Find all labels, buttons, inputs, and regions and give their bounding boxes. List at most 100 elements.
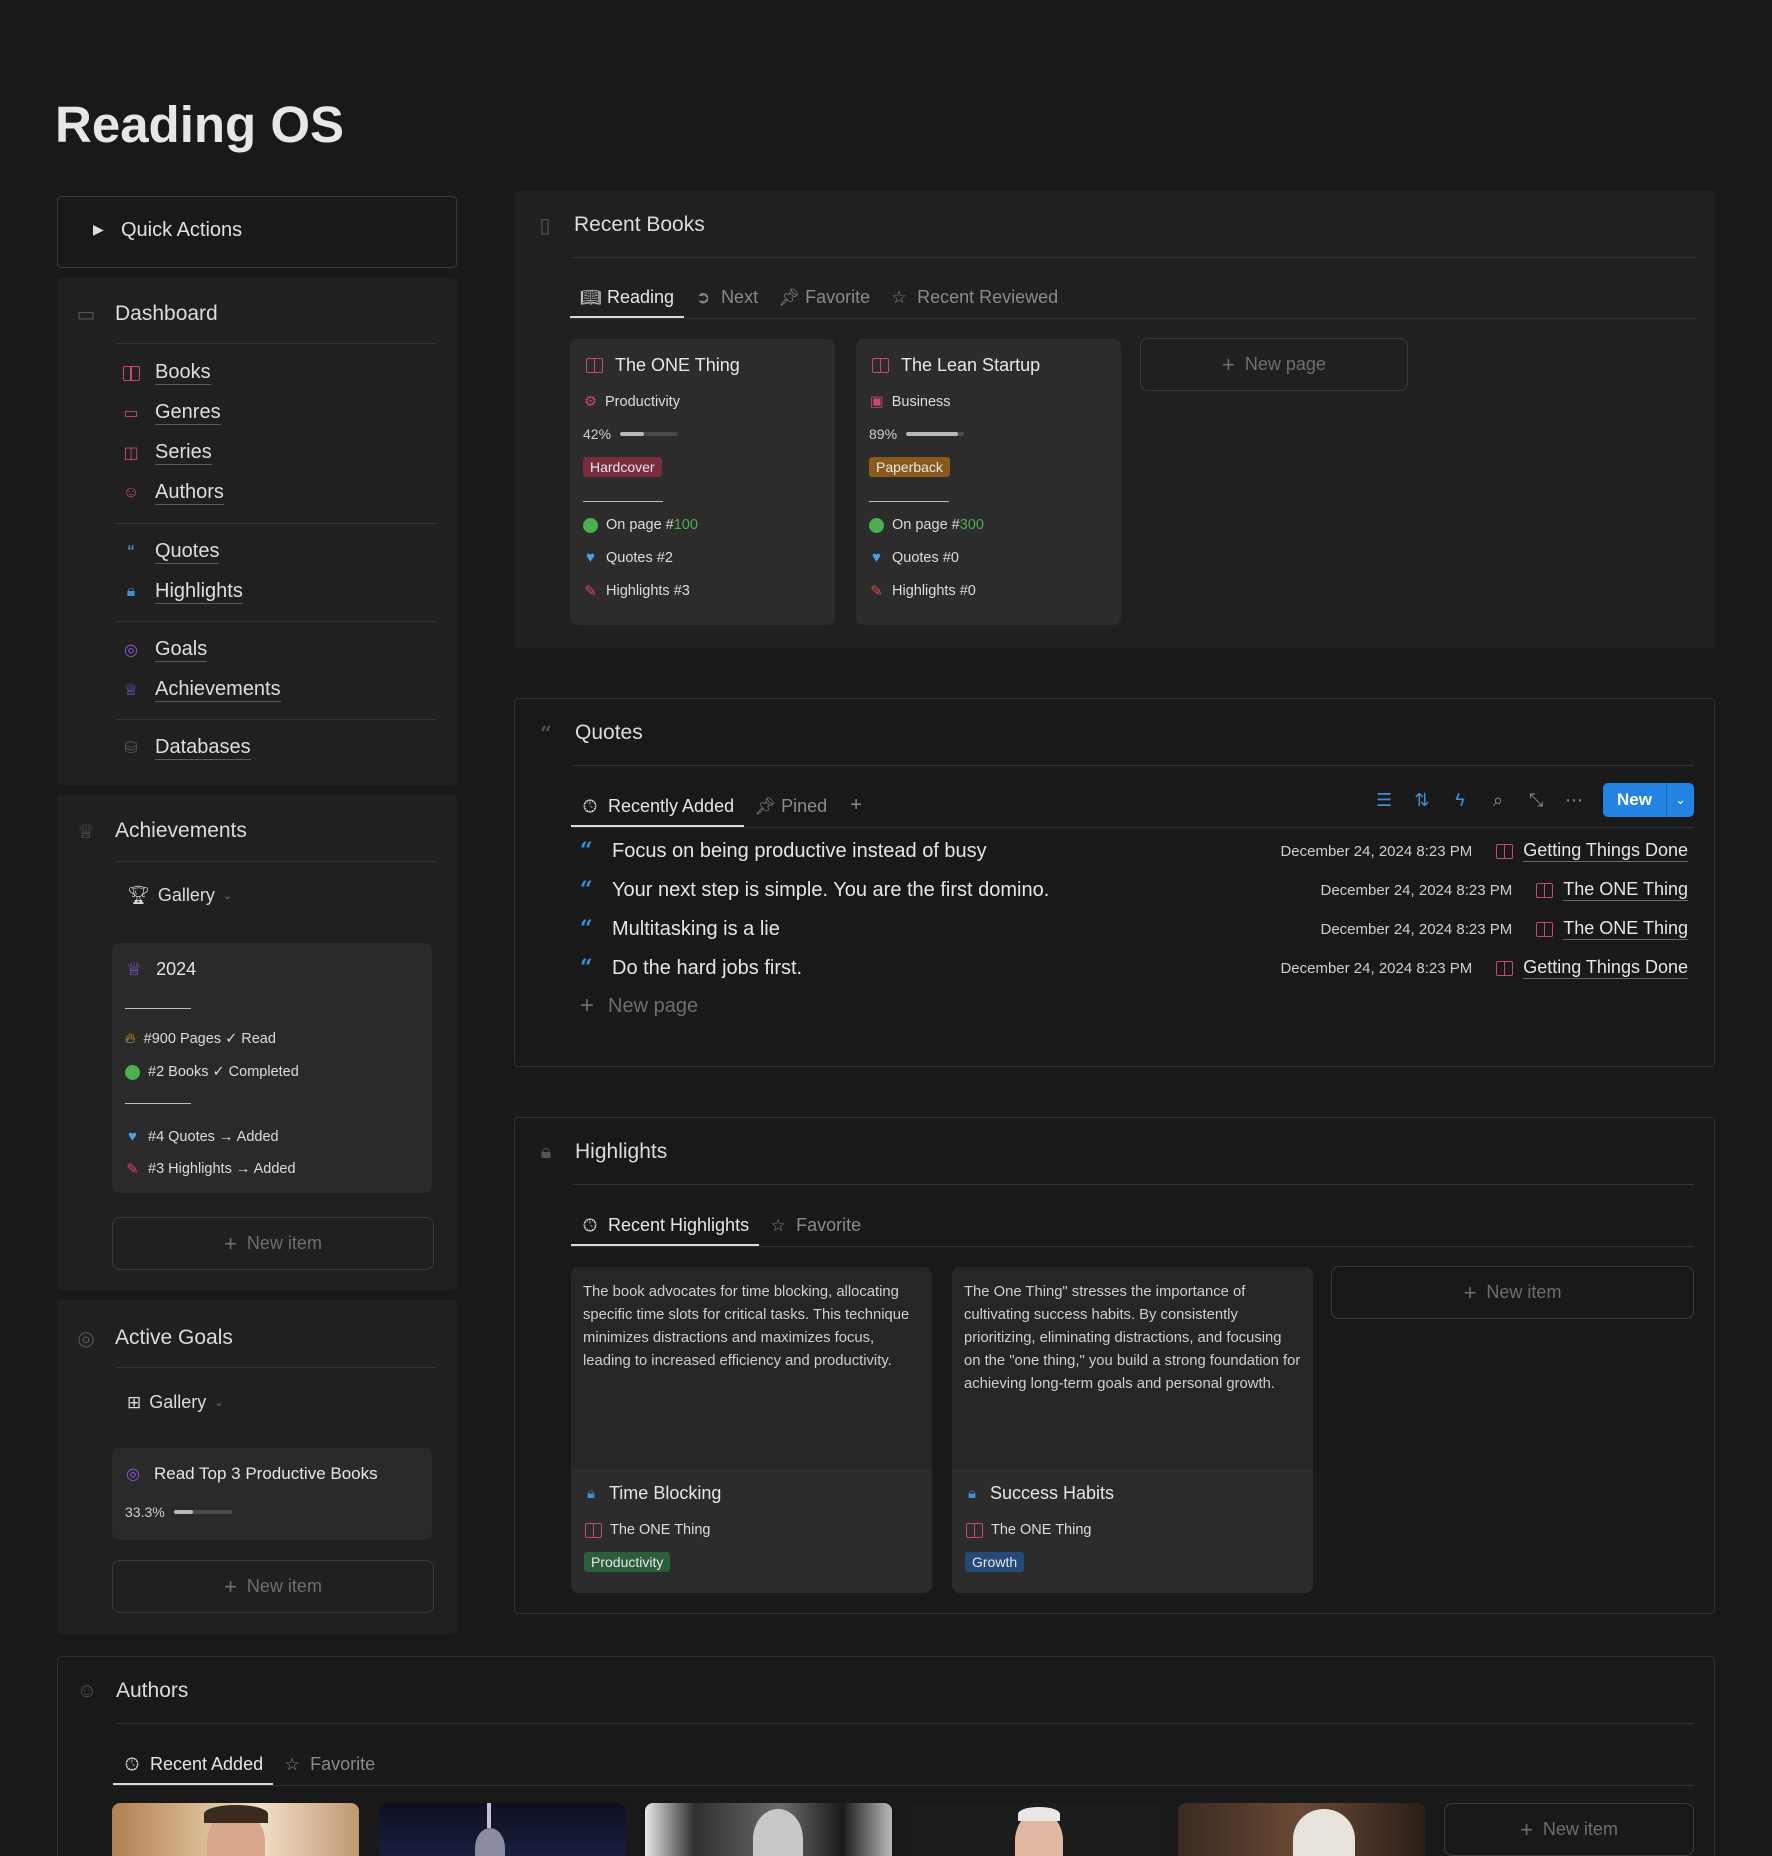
quote-book-link[interactable]: Getting Things Done xyxy=(1496,840,1688,862)
tab-recent-highlights[interactable]: 🕓︎ Recent Highlights xyxy=(571,1215,760,1246)
book-icon xyxy=(872,358,889,373)
goals-view-switcher[interactable]: ⊞ Gallery ⌄ xyxy=(127,1392,223,1413)
user-icon: ☺ xyxy=(76,1679,98,1702)
filter-icon[interactable]: ☰ xyxy=(1375,790,1393,811)
tab-reading[interactable]: 📖︎ Reading xyxy=(570,287,685,318)
recent-books-callout: ▯ Recent Books 📖︎ Reading ➲ Next 📌︎ Favorit… xyxy=(514,191,1715,648)
book-highlights-count: ✎ Highlights #3 xyxy=(584,583,690,600)
plus-icon: + xyxy=(850,794,862,816)
quote-row[interactable]: “ Do the hard jobs first. December 24, 2… xyxy=(580,953,1688,983)
nav-genres[interactable]: ▭ Genres xyxy=(121,401,221,425)
search-icon[interactable]: ⌕ xyxy=(1489,790,1507,811)
lightning-icon[interactable]: ϟ xyxy=(1451,790,1469,811)
highlight-card[interactable]: The One Thing" stresses the importance o… xyxy=(952,1267,1313,1593)
chevron-down-icon: ⌄ xyxy=(222,890,233,902)
highlights-new-item-button[interactable]: + New item xyxy=(1331,1266,1694,1319)
pen-icon: ✎ xyxy=(126,1161,139,1178)
triangle-right-icon: ▶ xyxy=(93,221,104,237)
book-card[interactable]: The ONE Thing ⚙ Productivity 42% Hardcove… xyxy=(570,339,835,625)
recent-books-new-page-button[interactable]: + New page xyxy=(1140,338,1408,391)
quote-row[interactable]: “ Your next step is simple. You are the … xyxy=(580,875,1688,905)
tab-favorite[interactable]: ☆ Favorite xyxy=(273,1754,385,1785)
book-genre: ⚙ Productivity xyxy=(584,394,680,410)
tab-favorite[interactable]: ☆ Favorite xyxy=(759,1215,871,1246)
book-card[interactable]: The Lean Startup ▣ Business 89% Paperback… xyxy=(856,339,1121,625)
nav-achievements[interactable]: ♕ Achievements xyxy=(121,678,281,702)
achievement-line: #2 Books ✓ Completed xyxy=(125,1064,299,1080)
achievements-new-item-button[interactable]: + New item xyxy=(112,1217,434,1270)
format-tag: Hardcover xyxy=(583,457,662,477)
briefcase-icon: ▣ xyxy=(870,394,884,410)
highlight-text: The book advocates for time blocking, al… xyxy=(571,1267,932,1469)
nav-goals[interactable]: ◎ Goals xyxy=(121,638,208,662)
author-photo[interactable] xyxy=(1178,1803,1425,1856)
authors-new-item-button[interactable]: + New item xyxy=(1444,1803,1694,1856)
add-view-button[interactable]: + xyxy=(837,794,875,827)
green-circle-icon xyxy=(583,517,598,533)
trophy-icon: ♕ xyxy=(123,682,139,699)
highlight-title: 🔒︎ Time Blocking xyxy=(587,1483,722,1503)
plus-icon: + xyxy=(224,1230,237,1256)
tab-recent-reviewed[interactable]: ☆ Recent Reviewed xyxy=(880,287,1068,318)
author-photo[interactable] xyxy=(912,1803,1159,1856)
dashboard-callout: ▭ Dashboard Books ▭ Genres ◫ Series ☺ Au… xyxy=(57,278,457,785)
quote-row[interactable]: “ Focus on being productive instead of b… xyxy=(580,836,1688,866)
plus-icon: + xyxy=(1520,1816,1533,1842)
lock-icon: 🔒︎ xyxy=(587,1485,595,1502)
author-photo[interactable] xyxy=(112,1803,359,1856)
book-quotes-count: ♥ Quotes #0 xyxy=(869,549,959,566)
quick-actions-label: Quick Actions xyxy=(121,219,243,241)
gear-icon: ⚙ xyxy=(584,394,597,410)
quote-book-link[interactable]: The ONE Thing xyxy=(1536,879,1688,901)
tab-next[interactable]: ➲ Next xyxy=(684,287,768,318)
highlight-card[interactable]: The book advocates for time blocking, al… xyxy=(571,1267,932,1593)
clock-icon: 🕓︎ xyxy=(583,1215,597,1235)
goals-new-item-button[interactable]: + New item xyxy=(112,1560,434,1613)
more-icon[interactable]: ⋯ xyxy=(1565,790,1583,811)
achievement-line: 🔥︎ #900 Pages ✓ Read xyxy=(125,1031,276,1047)
book-icon xyxy=(121,363,141,383)
sort-icon[interactable]: ⇅ xyxy=(1413,790,1431,811)
achievements-title: Achievements xyxy=(115,819,247,842)
nav-books[interactable]: Books xyxy=(121,361,211,385)
nav-series[interactable]: ◫ Series xyxy=(121,441,212,465)
chevron-down-icon[interactable]: ⌄ xyxy=(1666,783,1694,817)
achievement-card-2024[interactable]: ♕ 2024 🔥︎ #900 Pages ✓ Read #2 Books ✓ Co… xyxy=(112,943,432,1193)
expand-icon[interactable]: ⤡ xyxy=(1527,790,1545,811)
nav-highlights[interactable]: 🔒︎ Highlights xyxy=(121,580,243,604)
quotes-header: “ Quotes xyxy=(535,721,642,745)
recent-books-tabs: 📖︎ Reading ➲ Next 📌︎ Favorite ☆ Recent Revie… xyxy=(570,274,1068,318)
quote-row[interactable]: “ Multitasking is a lie December 24, 202… xyxy=(580,914,1688,944)
tab-pined[interactable]: 📌︎ Pined xyxy=(744,796,837,827)
format-tag: Paperback xyxy=(869,457,950,477)
tab-recently-added[interactable]: 🕓︎ Recently Added xyxy=(571,796,745,827)
gallery-grid-icon: ⊞ xyxy=(127,1392,142,1412)
book-icon xyxy=(966,1522,983,1538)
quotes-new-button[interactable]: New ⌄ xyxy=(1603,783,1694,817)
book-title: The ONE Thing xyxy=(586,355,740,376)
author-photo[interactable] xyxy=(645,1803,892,1856)
lock-icon: 🔒︎ xyxy=(540,1140,552,1163)
achievement-line: ✎ #3 Highlights → Added xyxy=(126,1161,296,1178)
tab-recent-added[interactable]: 🕓︎ Recent Added xyxy=(113,1754,274,1785)
quote-book-link[interactable]: Getting Things Done xyxy=(1496,957,1688,979)
nav-quotes[interactable]: “ Quotes xyxy=(121,540,220,564)
page-title: Reading OS xyxy=(55,96,345,153)
heart-icon: ♥ xyxy=(872,549,881,566)
achievements-view-switcher[interactable]: 🏆︎ Gallery ⌄ xyxy=(127,885,232,906)
target-icon: ◎ xyxy=(126,1466,140,1483)
quotes-new-page-button[interactable]: + New page xyxy=(580,992,698,1020)
quote-book-link[interactable]: The ONE Thing xyxy=(1536,918,1688,940)
tab-favorite[interactable]: 📌︎ Favorite xyxy=(768,287,880,318)
highlight-title: 🔒︎ Success Habits xyxy=(968,1483,1115,1503)
author-photo[interactable] xyxy=(379,1803,626,1856)
quick-actions-toggle[interactable]: ▶ Quick Actions xyxy=(57,196,457,268)
quote-icon: “ xyxy=(580,877,593,903)
nav-authors[interactable]: ☺ Authors xyxy=(121,481,224,505)
nav-databases[interactable]: ⛁ Databases xyxy=(121,736,251,760)
heart-icon: ♥ xyxy=(128,1128,137,1145)
achievement-year: ♕ 2024 xyxy=(126,959,197,979)
book-icon xyxy=(1496,843,1514,859)
goal-card[interactable]: ◎ Read Top 3 Productive Books 33.3% xyxy=(112,1448,432,1540)
highlights-section: 🔒︎ Highlights 🕓︎ Recent Highlights ☆ Favor… xyxy=(514,1117,1715,1614)
